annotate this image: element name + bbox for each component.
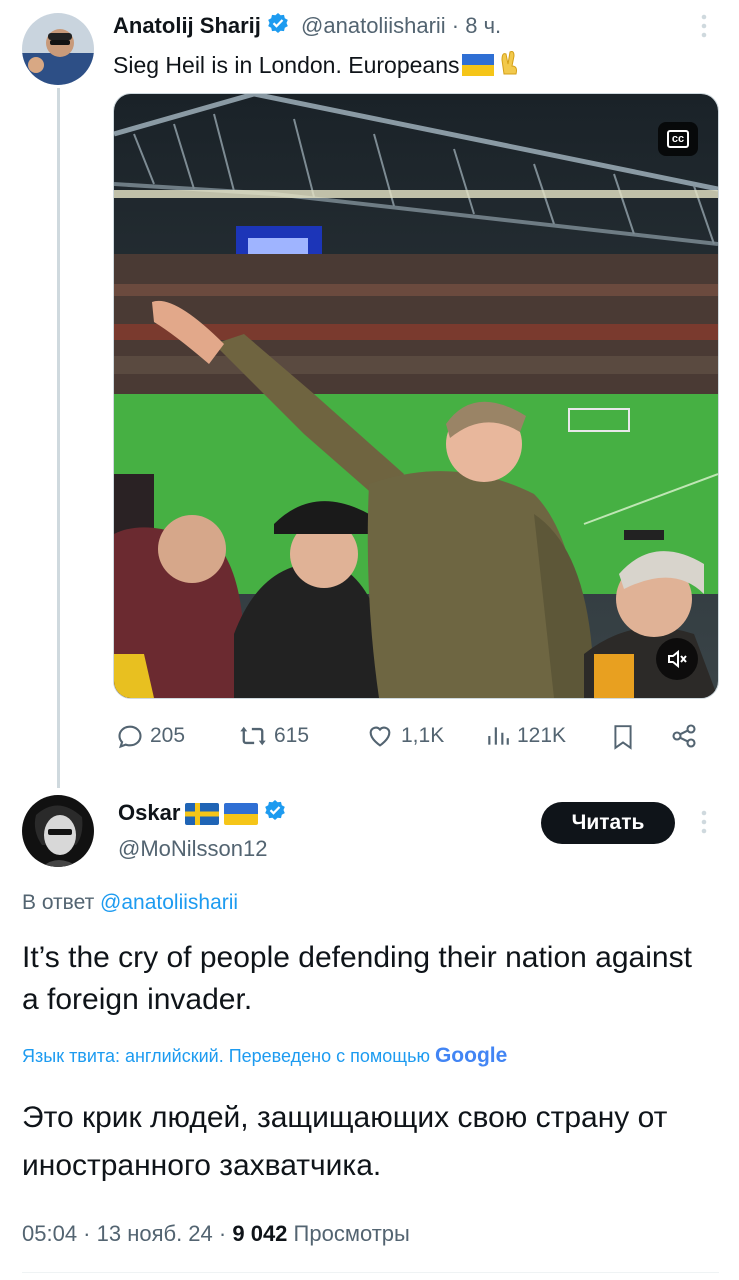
author-handle[interactable]: @anatoliisharii xyxy=(301,13,446,38)
verified-icon xyxy=(267,12,289,42)
cc-icon[interactable]: cc xyxy=(658,122,698,156)
more-icon[interactable] xyxy=(694,12,714,40)
tweet-time[interactable]: 8 ч. xyxy=(465,13,501,38)
share-icon[interactable] xyxy=(670,722,698,750)
reply-count: 205 xyxy=(150,724,186,747)
translation-note: Язык твита: английский. Переведено с пом… xyxy=(22,1044,508,1067)
reply-button[interactable]: 205 xyxy=(116,722,185,750)
reply-header: Oskar xyxy=(118,798,286,828)
reply-icon xyxy=(116,722,144,750)
mute-icon[interactable] xyxy=(656,638,698,680)
repost-button[interactable]: 615 xyxy=(238,722,309,750)
author-name[interactable]: Anatolij Sharij xyxy=(113,13,261,38)
reply-author-avatar[interactable] xyxy=(22,795,94,867)
like-icon xyxy=(365,722,395,750)
reply-author-name[interactable]: Oskar xyxy=(118,800,180,825)
views-icon xyxy=(485,722,511,750)
tweet1-header: Anatolij Sharij @anatoliisharii · 8 ч. xyxy=(113,11,501,41)
sweden-flag-icon xyxy=(185,803,220,826)
views-label: Просмотры xyxy=(293,1221,410,1246)
bookmark-icon[interactable] xyxy=(610,722,636,752)
replying-to: В ответ @anatoliisharii xyxy=(22,891,239,914)
tweet-timestamp[interactable]: 05:04 · 13 нояб. 24 · xyxy=(22,1221,226,1246)
translated-text: Это крик людей, защищающих свою страну о… xyxy=(22,1101,668,1182)
replying-to-link[interactable]: @anatoliisharii xyxy=(100,891,238,914)
emoji-trail xyxy=(461,48,524,86)
tweet1-action-bar: 205 615 1,1K 121K xyxy=(113,722,713,754)
cc-label: cc xyxy=(666,130,690,148)
views-button[interactable]: 121K xyxy=(485,722,566,750)
like-button[interactable]: 1,1K xyxy=(365,722,444,750)
tweet-video[interactable]: cc xyxy=(113,93,719,699)
separator-dot: · xyxy=(451,13,460,38)
tweet-meta: 05:04 · 13 нояб. 24 · 9 042 Просмотры xyxy=(22,1218,410,1250)
ukraine-flag-icon xyxy=(224,803,259,826)
follow-button[interactable]: Читать xyxy=(541,802,675,844)
repost-count: 615 xyxy=(274,724,310,747)
author-avatar[interactable] xyxy=(22,13,94,85)
divider xyxy=(22,1272,719,1273)
reply-author-handle[interactable]: @MoNilsson12 xyxy=(118,834,268,864)
views-count: 9 042 xyxy=(232,1221,288,1246)
google-logo: Google xyxy=(434,1044,508,1067)
more-icon[interactable] xyxy=(694,808,714,836)
views-count: 121K xyxy=(517,724,567,747)
tweet1-text: Sieg Heil is in London. Europeans xyxy=(113,48,524,86)
like-count: 1,1K xyxy=(401,724,445,747)
repost-icon xyxy=(238,722,268,750)
reply-text: It’s the cry of people defending their n… xyxy=(22,941,692,1016)
thread-connector-line xyxy=(57,88,60,788)
verified-icon xyxy=(264,799,286,829)
